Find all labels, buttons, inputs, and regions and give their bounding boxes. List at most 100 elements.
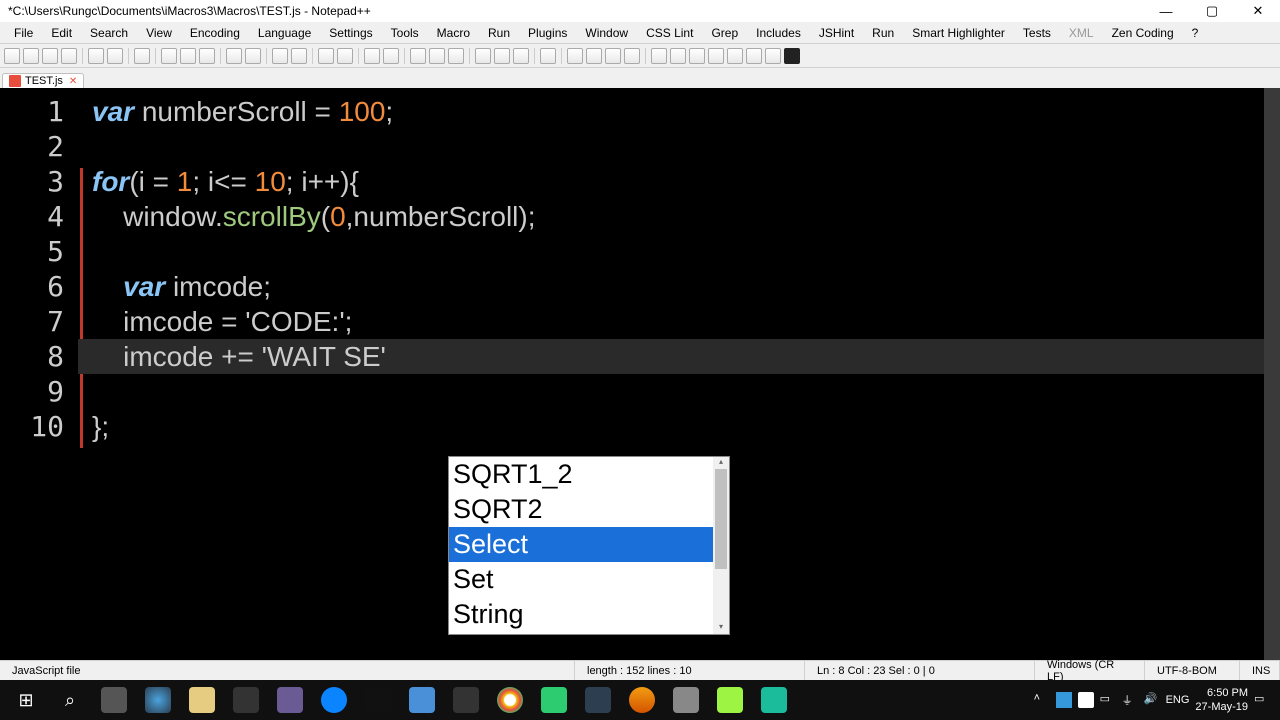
menu-encoding[interactable]: Encoding bbox=[182, 24, 248, 42]
battery-icon[interactable]: ▭ bbox=[1100, 692, 1116, 708]
plugin-icon-2[interactable] bbox=[670, 48, 686, 64]
menu-csslint[interactable]: CSS Lint bbox=[638, 24, 701, 42]
new-file-icon[interactable] bbox=[4, 48, 20, 64]
menu-view[interactable]: View bbox=[138, 24, 180, 42]
menu-run2[interactable]: Run bbox=[864, 24, 902, 42]
autocomplete-item[interactable]: SQRT2 bbox=[449, 492, 713, 527]
menu-grep[interactable]: Grep bbox=[703, 24, 746, 42]
redo-icon[interactable] bbox=[245, 48, 261, 64]
autocomplete-popup[interactable]: SQRT1_2 SQRT2 Select Set String ▴ ▾ bbox=[448, 456, 730, 635]
plugin-icon-1[interactable] bbox=[651, 48, 667, 64]
status-encoding[interactable]: UTF-8-BOM bbox=[1145, 661, 1240, 680]
tray-up-icon[interactable]: ˄ bbox=[1034, 692, 1050, 708]
taskbar-app[interactable] bbox=[224, 681, 268, 719]
plugin-icon-4[interactable] bbox=[708, 48, 724, 64]
taskbar-app[interactable] bbox=[312, 681, 356, 719]
scroll-thumb[interactable] bbox=[715, 469, 727, 569]
taskbar-app[interactable] bbox=[620, 681, 664, 719]
plugin-icon-8[interactable] bbox=[784, 48, 800, 64]
doc-map-icon[interactable] bbox=[475, 48, 491, 64]
menu-tests[interactable]: Tests bbox=[1015, 24, 1059, 42]
wifi-icon[interactable]: ⏚ bbox=[1122, 692, 1138, 708]
autocomplete-scrollbar[interactable]: ▴ ▾ bbox=[713, 457, 729, 634]
taskbar-app[interactable] bbox=[136, 681, 180, 719]
save-macro-icon[interactable] bbox=[624, 48, 640, 64]
sync-v-icon[interactable] bbox=[364, 48, 380, 64]
menu-settings[interactable]: Settings bbox=[321, 24, 380, 42]
autocomplete-item[interactable]: SQRT1_2 bbox=[449, 457, 713, 492]
sync-h-icon[interactable] bbox=[383, 48, 399, 64]
autocomplete-item-selected[interactable]: Select bbox=[449, 527, 713, 562]
save-icon[interactable] bbox=[42, 48, 58, 64]
find-icon[interactable] bbox=[272, 48, 288, 64]
open-file-icon[interactable] bbox=[23, 48, 39, 64]
tray-icon[interactable] bbox=[1056, 692, 1072, 708]
cut-icon[interactable] bbox=[161, 48, 177, 64]
undo-icon[interactable] bbox=[226, 48, 242, 64]
menu-edit[interactable]: Edit bbox=[43, 24, 80, 42]
wrap-icon[interactable] bbox=[410, 48, 426, 64]
menu-tools[interactable]: Tools bbox=[383, 24, 427, 42]
record-macro-icon[interactable] bbox=[567, 48, 583, 64]
taskbar-app[interactable] bbox=[444, 681, 488, 719]
taskbar-app[interactable] bbox=[532, 681, 576, 719]
print-icon[interactable] bbox=[134, 48, 150, 64]
menu-includes[interactable]: Includes bbox=[748, 24, 809, 42]
taskbar-app[interactable] bbox=[664, 681, 708, 719]
menu-help[interactable]: ? bbox=[1184, 24, 1207, 42]
volume-icon[interactable]: 🔊 bbox=[1144, 692, 1160, 708]
folder-workspace-icon[interactable] bbox=[513, 48, 529, 64]
indent-guide-icon[interactable] bbox=[448, 48, 464, 64]
autocomplete-item[interactable]: String bbox=[449, 597, 713, 632]
close-button[interactable]: ✕ bbox=[1244, 3, 1272, 19]
menu-language[interactable]: Language bbox=[250, 24, 319, 42]
play-multi-icon[interactable] bbox=[605, 48, 621, 64]
taskbar-app[interactable] bbox=[400, 681, 444, 719]
tray-icon[interactable] bbox=[1078, 692, 1094, 708]
replace-icon[interactable] bbox=[291, 48, 307, 64]
menu-macro[interactable]: Macro bbox=[429, 24, 478, 42]
copy-icon[interactable] bbox=[180, 48, 196, 64]
scroll-down-icon[interactable]: ▾ bbox=[713, 622, 729, 634]
menu-file[interactable]: File bbox=[6, 24, 41, 42]
taskbar-clock[interactable]: 6:50 PM 27-May-19 bbox=[1195, 686, 1248, 714]
task-view-button[interactable] bbox=[92, 681, 136, 719]
plugin-icon-7[interactable] bbox=[765, 48, 781, 64]
taskbar-app[interactable] bbox=[576, 681, 620, 719]
func-list-icon[interactable] bbox=[494, 48, 510, 64]
file-tab[interactable]: TEST.js ✕ bbox=[2, 73, 84, 88]
autocomplete-item[interactable]: Set bbox=[449, 562, 713, 597]
search-button[interactable]: ⌕ bbox=[48, 681, 92, 719]
show-all-chars-icon[interactable] bbox=[429, 48, 445, 64]
menu-smart-highlighter[interactable]: Smart Highlighter bbox=[904, 24, 1013, 42]
taskbar-app[interactable] bbox=[268, 681, 312, 719]
tray-language[interactable]: ENG bbox=[1166, 694, 1190, 706]
minimize-button[interactable]: — bbox=[1152, 4, 1180, 19]
zoom-out-icon[interactable] bbox=[337, 48, 353, 64]
maximize-button[interactable]: ▢ bbox=[1198, 3, 1226, 19]
plugin-icon-3[interactable] bbox=[689, 48, 705, 64]
notifications-icon[interactable]: ▭ bbox=[1254, 692, 1270, 708]
save-all-icon[interactable] bbox=[61, 48, 77, 64]
monitor-icon[interactable] bbox=[540, 48, 556, 64]
menu-zencoding[interactable]: Zen Coding bbox=[1104, 24, 1182, 42]
scroll-up-icon[interactable]: ▴ bbox=[713, 457, 729, 469]
menu-search[interactable]: Search bbox=[82, 24, 136, 42]
code-editor[interactable]: 1 2 3 4 5 6 7 8 9 10 var numberScroll = … bbox=[0, 88, 1280, 660]
tab-close-icon[interactable]: ✕ bbox=[69, 76, 77, 87]
close-file-icon[interactable] bbox=[88, 48, 104, 64]
close-all-icon[interactable] bbox=[107, 48, 123, 64]
start-button[interactable]: ⊞ bbox=[4, 681, 48, 719]
menu-window[interactable]: Window bbox=[577, 24, 636, 42]
menu-run[interactable]: Run bbox=[480, 24, 518, 42]
plugin-icon-5[interactable] bbox=[727, 48, 743, 64]
zoom-in-icon[interactable] bbox=[318, 48, 334, 64]
status-insert-mode[interactable]: INS bbox=[1240, 661, 1280, 680]
taskbar-app[interactable] bbox=[356, 681, 400, 719]
play-macro-icon[interactable] bbox=[586, 48, 602, 64]
taskbar-app[interactable] bbox=[180, 681, 224, 719]
editor-scrollbar[interactable] bbox=[1264, 88, 1280, 660]
taskbar-app[interactable] bbox=[708, 681, 752, 719]
taskbar-app[interactable] bbox=[488, 681, 532, 719]
menu-plugins[interactable]: Plugins bbox=[520, 24, 575, 42]
